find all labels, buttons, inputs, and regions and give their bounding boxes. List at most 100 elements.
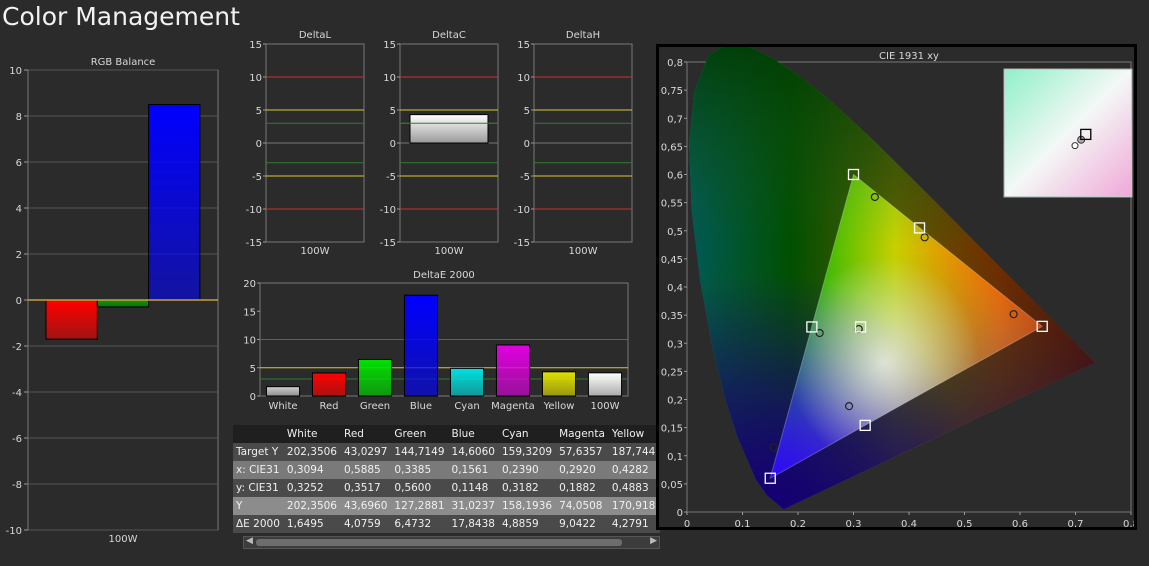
table-cell: 43,0297 bbox=[344, 446, 388, 458]
x-tick-label: 0,5 bbox=[957, 519, 973, 527]
y-tick-label: 0,6 bbox=[667, 171, 683, 182]
table-row[interactable]: y: CIE31 0,3252 0,3517 0,5600 0,1148 0,3182 0,… bbox=[233, 479, 660, 497]
table-cell: 170,9189 bbox=[611, 500, 660, 512]
table-cell: 0,2920 bbox=[559, 464, 596, 476]
y-tick-label: -6 bbox=[12, 434, 22, 445]
deltah-chart: DeltaH 15 10 5 0 -5 -10 -15 100W bbox=[514, 30, 633, 257]
measurement-table: WhiteRedGreenBlueCyanMagentaYellow100 Ta… bbox=[233, 425, 660, 533]
table-cell: 4,0759 bbox=[344, 518, 381, 530]
y-tick-label: 5 bbox=[256, 106, 262, 117]
table-row[interactable]: Y 202,3506 43,6960 127,2881 31,0237 158,1936 7… bbox=[233, 497, 660, 515]
category-label: Red bbox=[320, 401, 339, 412]
chart-title: DeltaC bbox=[432, 30, 466, 41]
table-cell: 187,7446 bbox=[611, 446, 660, 458]
header-cell bbox=[233, 425, 284, 443]
table-cell: 0,1882 bbox=[559, 482, 596, 494]
header-cell: Green bbox=[394, 428, 427, 440]
inset-fill bbox=[1005, 70, 1131, 196]
chart-title: DeltaH bbox=[566, 30, 600, 41]
row-label: y: CIE31 bbox=[236, 482, 279, 494]
y-tick-label: 0,4 bbox=[667, 283, 683, 294]
y-tick-label: 5 bbox=[390, 106, 396, 117]
y-tick-label: 0,45 bbox=[661, 255, 683, 266]
x-tick-label: 0,8 bbox=[1123, 519, 1134, 527]
table-cell: 127,2881 bbox=[394, 500, 445, 512]
table-cell: 4,2791 bbox=[611, 518, 649, 530]
table-cell: 0,1561 bbox=[451, 464, 489, 476]
x-tick-label: 0,7 bbox=[1068, 519, 1084, 527]
table-cell: 43,6960 bbox=[344, 500, 388, 512]
bar-white bbox=[265, 386, 301, 397]
y-tick-label: 15 bbox=[383, 40, 396, 51]
deltac-chart: DeltaC 15 10 5 0 -5 -10 -15 100W bbox=[380, 30, 499, 257]
table-cell: 31,0237 bbox=[451, 500, 495, 512]
y-tick-label: -4 bbox=[12, 388, 22, 399]
header-cell: Yellow bbox=[611, 428, 645, 440]
category-label: Blue bbox=[410, 401, 432, 412]
table-cell: 159,3209 bbox=[501, 446, 553, 458]
y-tick-label: -10 bbox=[514, 205, 530, 216]
y-tick-label: 6 bbox=[16, 158, 22, 169]
table-cell: 144,7149 bbox=[394, 446, 445, 458]
table-cell: 74,0508 bbox=[559, 500, 603, 512]
y-tick-label: 0 bbox=[16, 296, 22, 307]
table-cell: 57,6357 bbox=[559, 446, 603, 458]
y-tick-label: -10 bbox=[6, 526, 22, 537]
table-row[interactable]: x: CIE31 0,3094 0,5885 0,3385 0,1561 0,2390 0,… bbox=[233, 461, 660, 479]
y-tick-label: -15 bbox=[514, 238, 530, 249]
x-label: 100W bbox=[435, 246, 464, 257]
header-cell: Magenta bbox=[559, 428, 605, 440]
x-tick-label: 0,6 bbox=[1012, 519, 1028, 527]
category-label: Yellow bbox=[543, 401, 575, 412]
cie-title: CIE 1931 xy bbox=[879, 51, 939, 62]
table-horizontal-scrollbar[interactable]: ◀ ▶ bbox=[243, 536, 660, 549]
x-label: 100W bbox=[569, 246, 598, 257]
y-tick-label: 0,05 bbox=[661, 480, 683, 491]
header-cell: White bbox=[286, 428, 318, 440]
y-tick-label: 0,25 bbox=[661, 367, 683, 378]
table-cell: 0,3252 bbox=[286, 482, 324, 494]
y-tick-label: 10 bbox=[243, 336, 256, 347]
table-cell: 0,4883 bbox=[611, 482, 649, 494]
table-cell: 0,3094 bbox=[286, 464, 324, 476]
y-tick-label: -15 bbox=[380, 238, 396, 249]
y-tick-label: 15 bbox=[243, 307, 256, 318]
table-cell: 0,5600 bbox=[394, 482, 432, 494]
x-tick-label: 0,4 bbox=[901, 519, 917, 527]
y-tick-label: 0,15 bbox=[661, 424, 683, 435]
y-tick-label: -5 bbox=[386, 172, 396, 183]
y-tick-label: 0 bbox=[250, 392, 256, 403]
row-label: Target Y bbox=[236, 446, 279, 458]
y-tick-label: -8 bbox=[12, 480, 22, 491]
y-tick-label: 0 bbox=[256, 139, 262, 150]
bar-yellow bbox=[541, 371, 577, 397]
table-cell: 202,3506 bbox=[286, 446, 337, 458]
table-cell: 6,4732 bbox=[394, 518, 432, 530]
y-tick-label: 0,55 bbox=[661, 199, 683, 210]
y-tick-label: 0,5 bbox=[667, 227, 683, 238]
scrollbar-thumb[interactable] bbox=[256, 539, 622, 546]
y-tick-label: 0 bbox=[677, 508, 683, 519]
scroll-left-icon[interactable]: ◀ bbox=[246, 536, 253, 546]
table-row[interactable]: Target Y 202,3506 43,0297 144,7149 14,6060 15… bbox=[233, 443, 660, 461]
y-tick-label: 0,75 bbox=[661, 86, 683, 97]
y-tick-label: 10 bbox=[383, 73, 396, 84]
scroll-right-icon[interactable]: ▶ bbox=[650, 536, 657, 546]
y-tick-label: 4 bbox=[16, 204, 22, 215]
y-tick-label: -10 bbox=[246, 205, 262, 216]
header-cell: Cyan bbox=[501, 428, 529, 440]
y-tick-label: 0 bbox=[524, 139, 530, 150]
table-row[interactable]: ΔE 2000 1,6495 4,0759 6,4732 17,8438 4,8859 9,… bbox=[233, 515, 660, 533]
category-label: Green bbox=[360, 401, 390, 412]
deltae-title: DeltaE 2000 bbox=[413, 270, 475, 281]
cie-chart-frame: CIE 1931 xy 0 0,1 0,2 0,3 0,4 0,5 0,6 0,7 0,8 0,8 0… bbox=[656, 44, 1137, 530]
header-cell: Blue bbox=[451, 428, 475, 440]
y-tick-label: 0,65 bbox=[661, 142, 683, 153]
y-tick-label: 0,1 bbox=[667, 452, 683, 463]
category-label: Magenta bbox=[491, 401, 535, 412]
y-tick-label: -2 bbox=[12, 342, 22, 353]
table-cell: 0,3182 bbox=[501, 482, 539, 494]
table-cell: 0,2390 bbox=[501, 464, 539, 476]
y-tick-label: 0,3 bbox=[667, 339, 683, 350]
y-tick-label: 2 bbox=[16, 250, 22, 261]
